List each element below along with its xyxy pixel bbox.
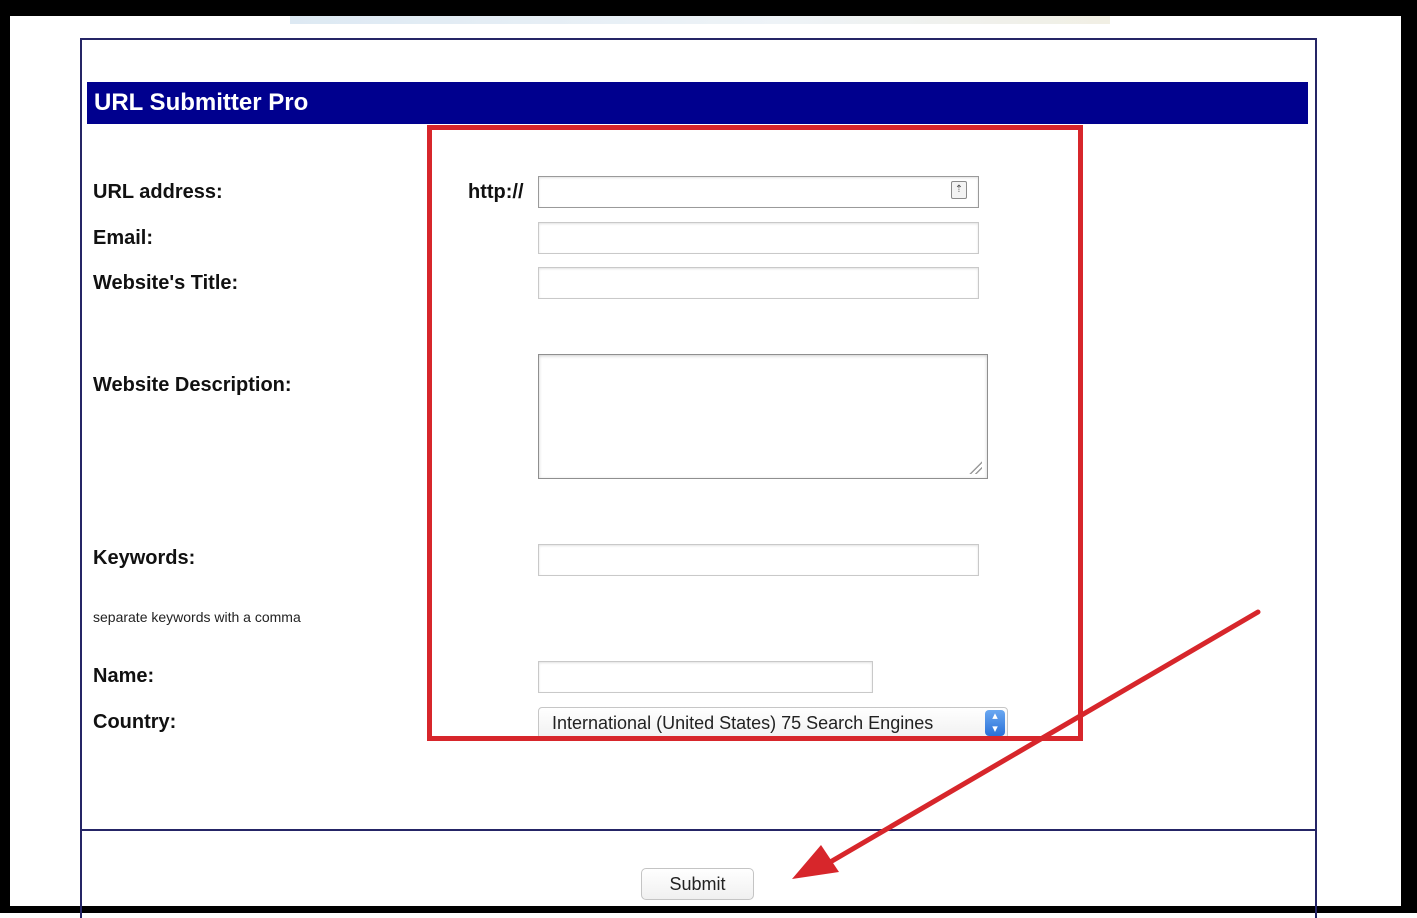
website-description-textarea[interactable] [538, 354, 988, 479]
url-label: URL address: [93, 181, 223, 203]
url-input[interactable] [538, 176, 979, 208]
name-input[interactable] [538, 661, 873, 693]
country-label: Country: [93, 711, 177, 733]
select-arrows-icon[interactable]: ▴ ▾ [985, 710, 1005, 736]
website-description-label: Website Description: [93, 374, 292, 396]
keywords-input[interactable] [538, 544, 979, 576]
form-title: URL Submitter Pro [94, 89, 309, 116]
keywords-label: Keywords: [93, 547, 196, 569]
country-selected-value: International (United States) 75 Search … [552, 713, 934, 733]
email-label: Email: [93, 227, 154, 249]
section-divider [80, 829, 1317, 831]
form-title-bar: URL Submitter Pro [87, 82, 1308, 124]
name-label: Name: [93, 665, 155, 687]
keywords-hint: separate keywords with a comma [93, 609, 301, 625]
email-input[interactable] [538, 222, 979, 254]
autofill-icon[interactable]: ⇡ [951, 181, 967, 199]
resize-grip-icon[interactable] [968, 460, 982, 474]
website-title-label: Website's Title: [93, 272, 239, 294]
website-title-input[interactable] [538, 267, 979, 299]
submit-button[interactable]: Submit [641, 868, 754, 900]
country-select[interactable]: International (United States) 75 Search … [538, 707, 1008, 739]
url-prefix: http:// [468, 181, 524, 203]
top-banner-strip [290, 16, 1110, 24]
